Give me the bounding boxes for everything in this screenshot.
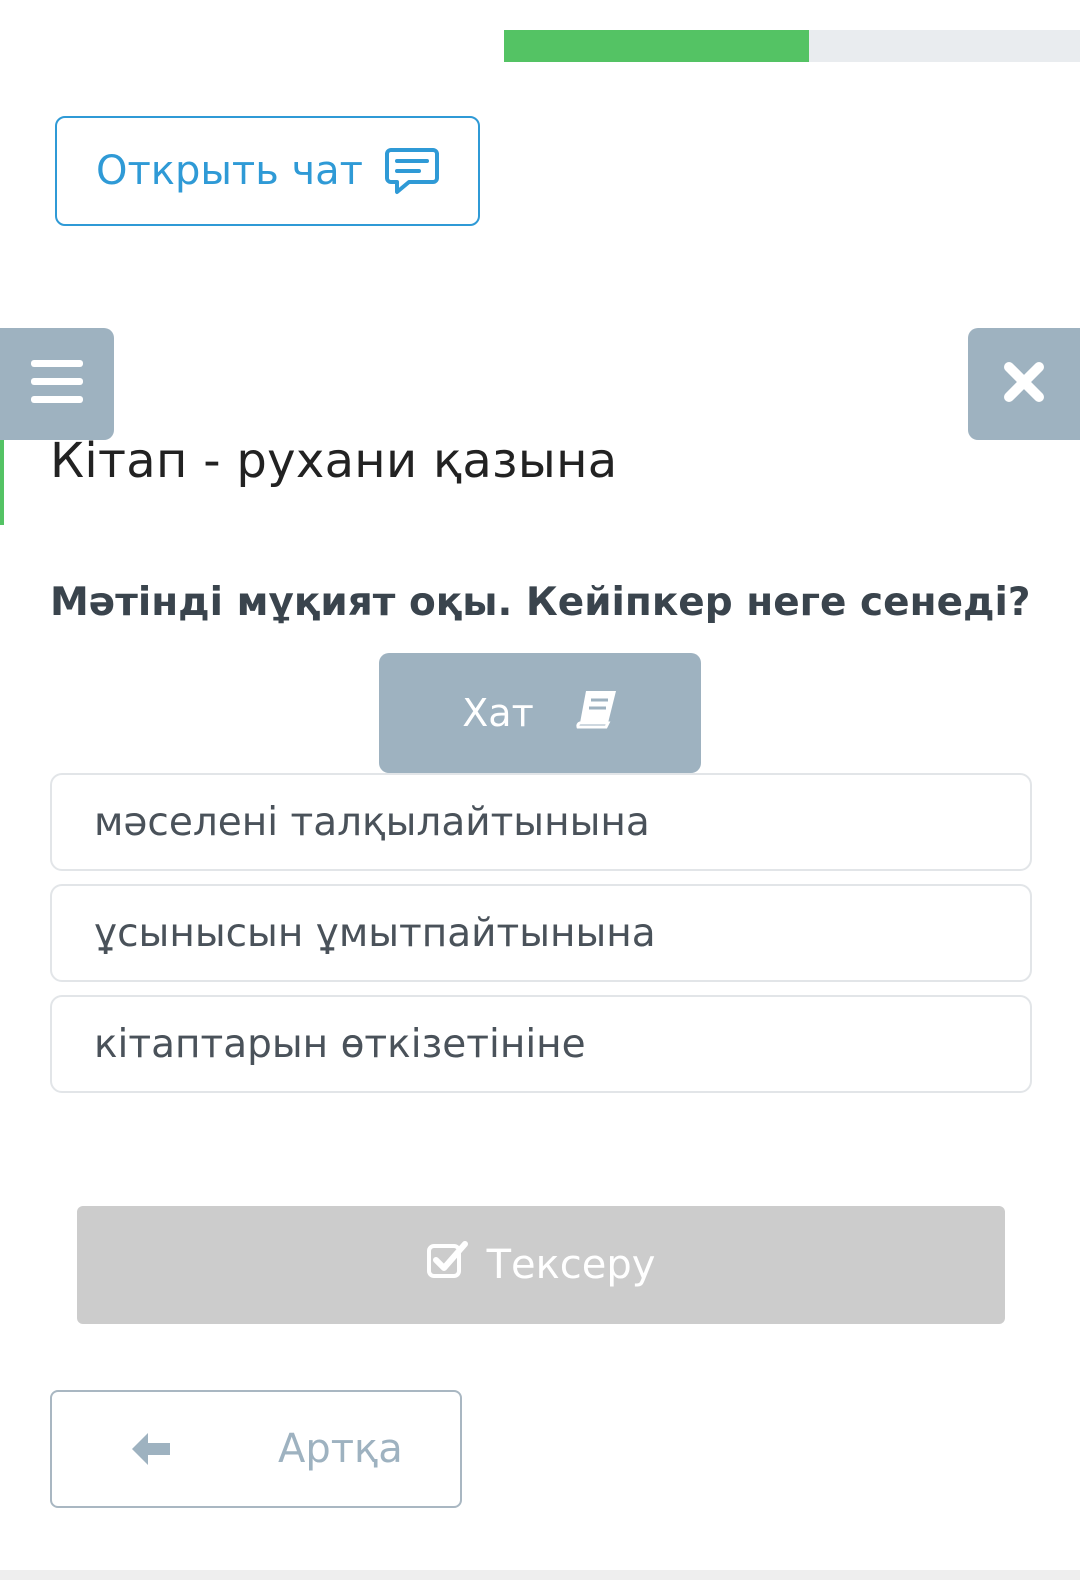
open-chat-button[interactable]: Открыть чат bbox=[55, 116, 480, 226]
back-button-label: Артқа bbox=[278, 1426, 403, 1472]
progress-bar bbox=[504, 30, 1080, 62]
back-button[interactable]: Артқа bbox=[50, 1390, 462, 1508]
book-icon bbox=[574, 689, 618, 738]
chat-bubble-icon bbox=[384, 146, 439, 196]
letter-text-label: Хат bbox=[462, 691, 534, 735]
question-text: Мәтінді мұқият оқы. Кейіпкер неге сенеді… bbox=[50, 580, 1031, 625]
bottom-edge bbox=[0, 1570, 1080, 1580]
menu-button[interactable] bbox=[0, 328, 114, 440]
check-button[interactable]: Тексеру bbox=[77, 1206, 1005, 1324]
lesson-title: Кітап - рухани қазына bbox=[50, 433, 618, 489]
letter-text-button[interactable]: Хат bbox=[379, 653, 701, 773]
checkbox-icon bbox=[426, 1240, 469, 1290]
lesson-page: Открыть чат Кітап - рухани қазына Мәтінд… bbox=[0, 0, 1080, 1580]
answer-option[interactable]: мәселені талқылайтынына bbox=[50, 773, 1032, 871]
close-icon bbox=[1003, 361, 1045, 407]
answer-option[interactable]: ұсынысын ұмытпайтынына bbox=[50, 884, 1032, 982]
arrow-left-icon bbox=[130, 1431, 172, 1477]
progress-fill bbox=[504, 30, 810, 62]
answer-option[interactable]: кітаптарын өткізетініне bbox=[50, 995, 1032, 1093]
close-button[interactable] bbox=[968, 328, 1080, 440]
answer-options: мәселені талқылайтынына ұсынысын ұмытпай… bbox=[50, 773, 1032, 1106]
open-chat-label: Открыть чат bbox=[96, 148, 363, 194]
check-button-label: Тексеру bbox=[486, 1242, 656, 1288]
hamburger-menu-icon bbox=[31, 360, 83, 408]
